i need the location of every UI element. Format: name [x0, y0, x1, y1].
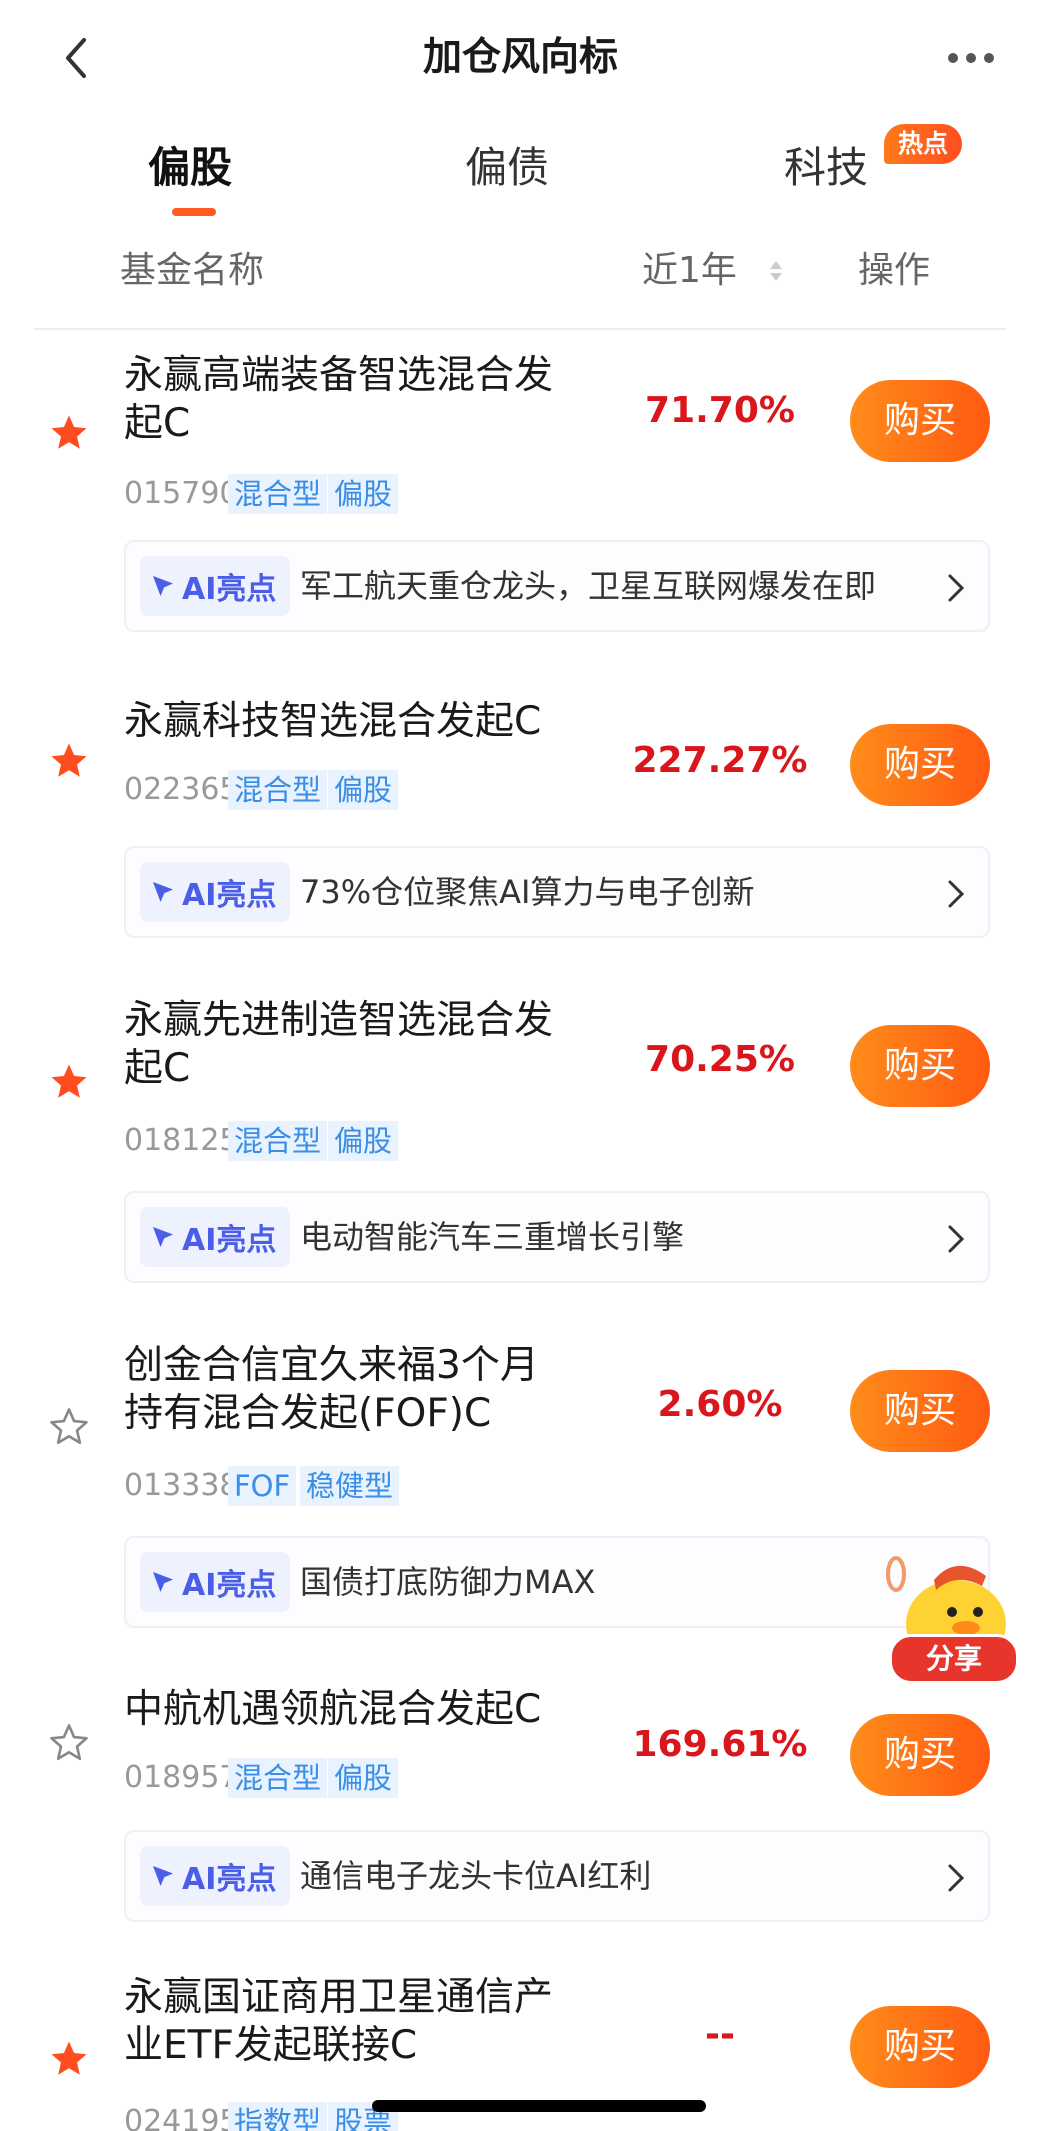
- fund-tag: 偏股: [328, 1758, 399, 1798]
- fund-card: 中航机遇领航混合发起C 169.61% 购买 018957 混合型 偏股 AI亮…: [0, 1662, 1041, 1942]
- ai-highlight-text: 电动智能汽车三重增长引擎: [300, 1218, 685, 1256]
- fund-card: 永赢高端装备智选混合发 起C 71.70% 购买 015790 混合型 偏股 AI…: [0, 340, 1041, 640]
- fund-code: 015790: [124, 476, 239, 511]
- sort-icon[interactable]: [768, 258, 784, 284]
- ai-highlight-row[interactable]: AI亮点 电动智能汽车三重增长引擎: [124, 1191, 990, 1283]
- chevron-right-icon: [948, 574, 965, 602]
- fund-tag: 混合型: [228, 1121, 328, 1161]
- fund-tag: 偏股: [328, 474, 399, 514]
- ai-sparkle-icon: [153, 1227, 173, 1247]
- fund-name[interactable]: 创金合信宜久来福3个月 持有混合发起(FOF)C: [124, 1342, 594, 1438]
- tab-bond[interactable]: 偏债: [465, 140, 549, 196]
- fund-return: 227.27%: [632, 740, 808, 781]
- ai-highlight-row[interactable]: AI亮点 国债打底防御力MAX: [124, 1536, 990, 1628]
- ai-sparkle-icon: [153, 1866, 173, 1886]
- ai-sparkle-icon: [153, 576, 173, 596]
- fund-code: 018125: [124, 1123, 239, 1158]
- fund-name[interactable]: 永赢先进制造智选混合发 起C: [124, 997, 594, 1093]
- fund-code: 024195: [124, 2104, 239, 2131]
- fund-tag: 指数型: [228, 2102, 328, 2131]
- star-outline-icon[interactable]: [48, 1406, 90, 1448]
- fund-name[interactable]: 中航机遇领航混合发起C: [124, 1686, 594, 1734]
- ai-badge: AI亮点: [140, 556, 291, 616]
- ai-badge: AI亮点: [140, 862, 291, 922]
- home-indicator[interactable]: [372, 2100, 706, 2112]
- more-horizontal-icon[interactable]: [941, 28, 1001, 88]
- buy-button[interactable]: 购买: [850, 1370, 990, 1452]
- column-header-name: 基金名称: [120, 250, 265, 291]
- fund-return: 70.25%: [645, 1039, 795, 1080]
- hot-badge: 热点: [884, 124, 963, 164]
- ai-badge: AI亮点: [140, 1846, 291, 1906]
- ai-highlight-row[interactable]: AI亮点 军工航天重仓龙头，卫星互联网爆发在即: [124, 540, 990, 632]
- ai-label: AI亮点: [182, 1223, 277, 1258]
- ai-sparkle-icon: [153, 1572, 173, 1592]
- ai-sparkle-icon: [153, 882, 173, 902]
- active-tab-indicator: [172, 208, 216, 216]
- ai-label: AI亮点: [182, 1862, 277, 1897]
- ai-badge: AI亮点: [140, 1552, 291, 1612]
- page-title: 加仓风向标: [422, 35, 618, 80]
- fund-name[interactable]: 永赢科技智选混合发起C: [124, 698, 594, 746]
- fund-return: 169.61%: [632, 1724, 808, 1765]
- ai-label: AI亮点: [182, 1568, 277, 1603]
- buy-button[interactable]: 购买: [850, 380, 990, 462]
- tab-tech[interactable]: 科技: [784, 140, 868, 196]
- star-outline-icon[interactable]: [48, 1722, 90, 1764]
- fund-tag: FOF: [228, 1466, 297, 1506]
- fund-code: 013338: [124, 1468, 239, 1503]
- column-header-period[interactable]: 近1年: [642, 246, 737, 296]
- fund-code: 018957: [124, 1760, 239, 1795]
- header-divider: [34, 328, 1006, 330]
- fund-card: 永赢科技智选混合发起C 227.27% 购买 022365 混合型 偏股 AI亮…: [0, 660, 1041, 940]
- tab-equity[interactable]: 偏股: [148, 140, 232, 196]
- fund-tag: 混合型: [228, 1758, 328, 1798]
- ai-label: AI亮点: [182, 572, 277, 607]
- star-filled-icon[interactable]: [48, 412, 90, 454]
- ai-highlight-text: 73%仓位聚焦AI算力与电子创新: [300, 873, 755, 911]
- chevron-right-icon: [948, 1225, 965, 1253]
- ai-highlight-row[interactable]: AI亮点 73%仓位聚焦AI算力与电子创新: [124, 846, 990, 938]
- star-filled-icon[interactable]: [48, 1061, 90, 1103]
- top-nav-bar: 加仓风向标: [0, 0, 1041, 112]
- star-filled-icon[interactable]: [48, 740, 90, 782]
- fund-tag: 混合型: [228, 474, 328, 514]
- ai-highlight-text: 通信电子龙头卡位AI红利: [300, 1857, 652, 1895]
- fund-tag: 偏股: [328, 770, 399, 810]
- fund-name[interactable]: 永赢国证商用卫星通信产 业ETF发起联接C: [124, 1974, 594, 2070]
- fund-card: 永赢先进制造智选混合发 起C 70.25% 购买 018125 混合型 偏股 AI…: [0, 985, 1041, 1285]
- ai-badge: AI亮点: [140, 1207, 291, 1267]
- fund-return: 2.60%: [657, 1384, 783, 1425]
- chevron-right-icon: [948, 1864, 965, 1892]
- column-header-action: 操作: [858, 250, 931, 291]
- fund-tag: 稳健型: [300, 1466, 400, 1506]
- ai-label: AI亮点: [182, 878, 277, 913]
- chevron-right-icon: [948, 880, 965, 908]
- ai-highlight-text: 军工航天重仓龙头，卫星互联网爆发在即: [300, 567, 877, 605]
- fund-return: --: [705, 2014, 735, 2055]
- ai-highlight-text: 国债打底防御力MAX: [300, 1563, 596, 1601]
- ai-highlight-row[interactable]: AI亮点 通信电子龙头卡位AI红利: [124, 1830, 990, 1922]
- fund-tag: 混合型: [228, 770, 328, 810]
- fund-return: 71.70%: [645, 390, 795, 431]
- buy-button[interactable]: 购买: [850, 2006, 990, 2088]
- fund-code: 022365: [124, 772, 239, 807]
- fund-tag: 偏股: [328, 1121, 399, 1161]
- fund-name[interactable]: 永赢高端装备智选混合发 起C: [124, 352, 594, 448]
- buy-button[interactable]: 购买: [850, 1714, 990, 1796]
- star-filled-icon[interactable]: [48, 2038, 90, 2080]
- buy-button[interactable]: 购买: [850, 1025, 990, 1107]
- buy-button[interactable]: 购买: [850, 724, 990, 806]
